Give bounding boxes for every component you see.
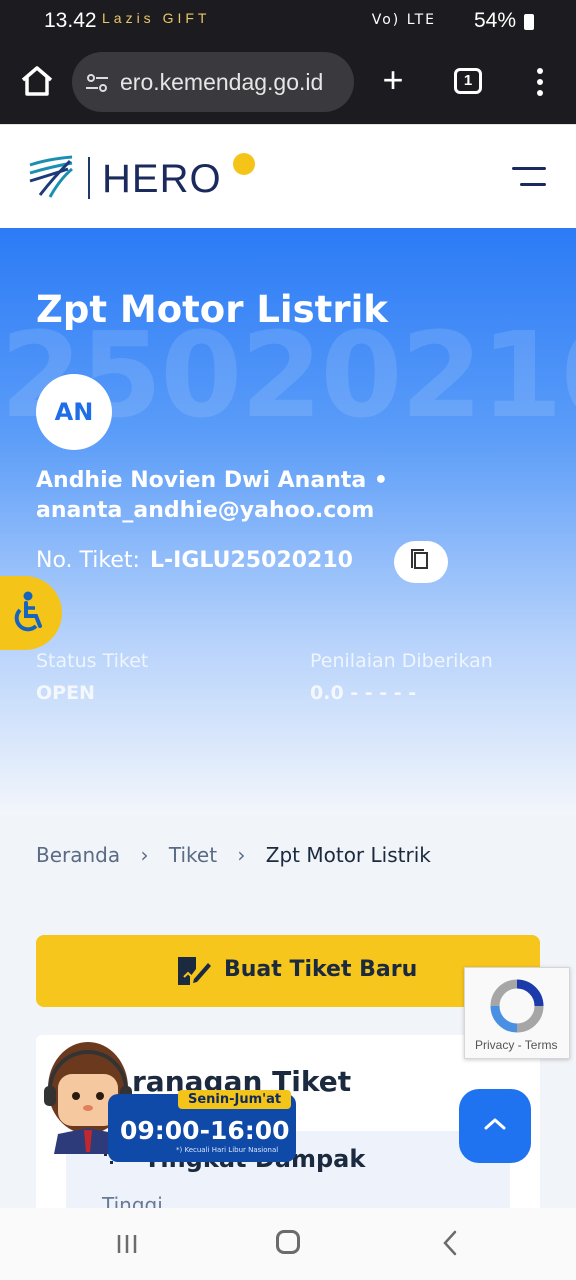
page-title: Zpt Motor Listrik: [36, 288, 388, 331]
breadcrumb-separator-icon: ›: [237, 843, 246, 867]
chevron-up-icon: [484, 1118, 506, 1130]
edit-document-icon: [178, 957, 211, 985]
service-days: Senin-Jum'at: [178, 1090, 292, 1109]
breadcrumb-current: Zpt Motor Listrik: [265, 843, 431, 867]
system-navigation-bar: [0, 1208, 576, 1280]
new-ticket-label: Buat Tiket Baru: [224, 957, 418, 982]
status-bar: 13.42 Lazis GIFT Vo) LTE 54%: [0, 0, 576, 44]
status-badge: OPEN: [36, 682, 95, 704]
battery-percentage: 54%: [473, 9, 516, 32]
browser-toolbar: ero.kemendag.go.id + 1: [0, 44, 576, 124]
site-header: HERO: [0, 124, 576, 228]
service-note: *) Kecuali Hari Libur Nasional: [176, 1146, 279, 1154]
avatar: AN: [36, 374, 112, 450]
breadcrumb-tickets[interactable]: Tiket: [169, 843, 217, 867]
breadcrumb: Beranda › Tiket › Zpt Motor Listrik: [36, 843, 445, 867]
hamburger-menu-button[interactable]: [512, 167, 546, 191]
battery-icon: [524, 14, 534, 30]
rating-value: 0.0 - - - - -: [310, 682, 417, 704]
breadcrumb-home[interactable]: Beranda: [36, 843, 120, 867]
scroll-to-top-button[interactable]: [459, 1089, 531, 1163]
service-hours: Senin-Jum'at 09:00-16:00 *) Kecuali Hari…: [108, 1090, 296, 1162]
hamburger-line: [520, 183, 546, 186]
kemendag-logo-icon[interactable]: [28, 155, 74, 199]
copy-ticket-button[interactable]: [394, 541, 448, 583]
ticket-number-label: No. Tiket:: [36, 548, 140, 573]
ticket-hero: 25020210 Zpt Motor Listrik AN Andhie Nov…: [0, 228, 576, 815]
recaptcha-logo-icon: [490, 979, 544, 1033]
url-text: ero.kemendag.go.id: [120, 69, 324, 95]
service-time: 09:00-16:00: [120, 1116, 290, 1145]
accessibility-button[interactable]: [0, 576, 62, 650]
user-info: Andhie Novien Dwi Ananta • ananta_andhie…: [36, 468, 388, 523]
hamburger-line: [512, 167, 546, 170]
copy-icon: [411, 549, 428, 569]
recaptcha-legal[interactable]: Privacy - Terms: [475, 1038, 557, 1052]
breadcrumb-separator-icon: ›: [140, 843, 149, 867]
ticket-number: L-IGLU25020210: [150, 548, 353, 573]
rating-label: Penilaian Diberikan: [310, 650, 493, 672]
logo-emoji-icon: [233, 153, 255, 175]
signal-indicator: Vo) LTE: [371, 12, 436, 28]
system-home-button[interactable]: [276, 1230, 300, 1254]
notification-icons: Lazis GIFT: [102, 10, 211, 26]
back-icon[interactable]: [440, 1230, 460, 1256]
home-icon[interactable]: [18, 62, 56, 100]
tab-switcher-button[interactable]: 1: [454, 68, 482, 94]
new-tab-button[interactable]: +: [376, 60, 410, 100]
impact-value: Tinggi: [102, 1193, 163, 1208]
recaptcha-badge[interactable]: Privacy - Terms: [464, 967, 570, 1059]
site-settings-icon[interactable]: [84, 70, 110, 96]
address-bar[interactable]: ero.kemendag.go.id: [72, 52, 354, 112]
hero-logo-text[interactable]: HERO: [102, 157, 222, 202]
customer-service-badge[interactable]: Senin-Jum'at 09:00-16:00 *) Kecuali Hari…: [20, 1028, 296, 1164]
recent-apps-icon[interactable]: [116, 1234, 138, 1254]
accessibility-icon: [14, 591, 42, 632]
logo-divider: [88, 157, 90, 199]
more-menu-icon[interactable]: [532, 66, 548, 98]
status-time: 13.42: [44, 9, 97, 32]
status-label: Status Tiket: [36, 650, 149, 672]
